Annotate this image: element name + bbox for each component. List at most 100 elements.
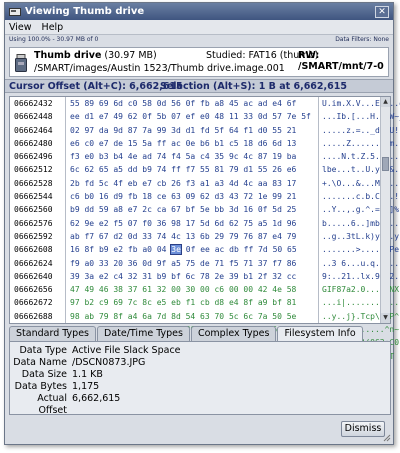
window-title: Viewing Thumb drive [25,6,145,17]
tab-filesystem-info[interactable]: Filesystem Info [277,326,363,341]
ascii-row[interactable]: b.....6..]mbu... [320,217,399,230]
detail-row: Data Name/DSCN0873.JPG [10,357,390,369]
tab-standard-types[interactable]: Standard Types [9,326,97,341]
hex-bytes-row[interactable]: 02 97 da 9d 87 7a 99 3d d1 fd 5f 64 f1 d… [67,124,318,137]
hex-viewer[interactable]: 06662432 06662448 06662464 06662480 06662496… [9,96,400,361]
source-name: Thumb drive [34,50,102,61]
selection-offset[interactable]: Selection (Alt+S): 1 B at 6,662,615 [160,81,347,92]
detail-key: Data Type [19,345,67,356]
hex-address: 06662688 [14,311,53,321]
hex-address: 06662464 [14,125,53,135]
ascii-row[interactable]: ..3 6...u.q.q7.. [320,257,399,270]
hex-bytes-row[interactable]: 62 9e e2 f5 07 f0 36 98 17 5d 6d 62 75 a… [67,217,318,230]
detail-value: Active File Slack Space [72,345,181,356]
hex-address: 06662640 [14,271,53,281]
hex-bytes-row[interactable]: f3 e0 b3 b4 4e ad 74 f4 5a c4 35 9c 4c 8… [67,150,318,163]
filesystem-details: Data Type Active File Slack Space Data Na… [9,341,391,416]
detail-value: 6,662,615 [72,393,121,404]
bottom-bar: Dismiss [5,416,393,444]
ascii-row[interactable]: .....z.=.._d..U! [320,124,399,137]
scroll-up-icon[interactable]: ▲ [381,97,390,107]
ascii-row[interactable]: .......>.....}Pe [320,243,399,256]
detail-key: Data Bytes [14,381,67,392]
vertical-scrollbar[interactable]: ▲ ▼ [380,97,390,323]
thumb-drive-icon [14,54,28,72]
address-column: 06662432 06662448 06662464 06662480 06662496… [10,97,66,361]
menu-help[interactable]: Help [42,22,64,33]
source-size: (30.97 MB) [104,50,157,61]
ascii-row[interactable]: ...Ib.[...H.3.W~_ [320,110,400,123]
hex-bytes-row[interactable]: 47 49 46 38 37 61 32 00 30 00 c6 00 00 4… [67,283,318,296]
ascii-row[interactable]: ..g..3tL.k)yv..y [320,230,399,243]
detail-key: Data Name [13,357,67,368]
viewer-window: Viewing Thumb drive ✕ View Help Using 10… [4,2,400,445]
detail-value: 1.1 KB [72,369,103,380]
ascii-row[interactable]: .......c.b.Cr..! [320,190,399,203]
detail-row: Actual Offset 6,662,615 [10,393,390,416]
hex-bytes-row[interactable]: f9 a0 33 20 36 0d 9f a5 75 de 71 f5 71 3… [67,257,318,270]
detail-value: /DSCN0873.JPG [72,357,146,368]
ascii-column[interactable]: U.im.X.V...E....o ...Ib.[...H.3.W~_ .....z… [320,97,400,361]
detail-row: Data Size 1.1 KB [10,369,390,381]
scroll-down-icon[interactable]: ▼ [381,313,390,323]
tab-complex-types[interactable]: Complex Types [190,326,277,341]
hex-address: 06662608 [14,245,53,255]
menu-view[interactable]: View [9,22,32,33]
status-line: Using 100.0% - 30.97 MB of 0 Data Filter… [5,35,393,45]
ascii-row[interactable]: GIF87a2.0....BNX [320,283,399,296]
close-icon[interactable]: ✕ [375,5,389,18]
type-tabs: Standard Types Date/Time Types Complex T… [9,326,364,341]
data-filters-status: Data Filters: None [335,36,389,43]
title-bar[interactable]: Viewing Thumb drive ✕ [5,3,393,20]
detail-key: Actual Offset [37,393,67,416]
source-info: Thumb drive (30.97 MB) /SMART/images/Aus… [9,47,389,77]
menu-bar: View Help [5,20,393,35]
hex-column[interactable]: 55 89 69 6d c0 58 0d 56 0f fb a8 45 ac a… [67,97,319,361]
hex-bytes-row[interactable]: 97 b2 c9 69 7c 8c e5 eb f1 cb d8 e4 8f a… [67,296,318,309]
resize-grip-icon[interactable] [383,434,391,442]
drive-icon [9,6,21,17]
hex-bytes-row[interactable]: c6 b0 16 d9 fb 18 ce 63 09 62 d3 43 72 1… [67,190,318,203]
dismiss-button[interactable]: Dismiss [341,421,385,437]
ascii-row[interactable]: lbe...t..U.y.U&. [320,163,399,176]
selected-byte[interactable]: 3e [170,244,182,256]
ascii-row[interactable]: ....N.t.Z.5.L... [320,150,399,163]
hex-bytes-row[interactable]: 6c 62 65 a5 dd b9 74 ff f7 55 81 79 d1 5… [67,163,318,176]
hex-bytes-row[interactable]: 98 ab 79 8f a4 6a 7d 8d 54 63 70 5c 6c 7… [67,310,318,323]
hex-address: 06662672 [14,298,53,308]
hex-address: 06662512 [14,165,53,175]
hex-bytes-row[interactable]: 16 8f b9 e2 fb a0 04 3e 0f ee ac db ff 7… [67,243,318,256]
source-path: /SMART/images/Austin 1523/Thumb drive.im… [34,63,285,74]
hex-address: 06662496 [14,152,53,162]
hex-bytes-row[interactable]: e6 c0 e7 de 15 5a ff ac 0e b6 b1 c5 18 d… [67,137,318,150]
hex-bytes-row[interactable]: ee d1 e7 49 62 0f 5b 07 ef e0 48 11 33 0… [67,110,318,123]
hex-bytes-row[interactable]: 55 89 69 6d c0 58 0d 56 0f fb a8 45 ac a… [67,97,318,110]
ascii-row[interactable]: 9:..21..lx.9./2. [320,270,399,283]
detail-value: 1,175 [72,381,100,392]
offset-bar: Cursor Offset (Alt+C): 6,662,615 Selecti… [5,79,393,93]
hex-bytes-row[interactable]: ab f7 67 d2 0d 33 74 4c 13 6b 29 79 76 8… [67,230,318,243]
scroll-thumb[interactable] [382,157,389,171]
hex-bytes-row[interactable]: 2b fd 5c 4f eb e7 cb 26 f3 a1 a3 4d 4c a… [67,177,318,190]
ascii-row[interactable]: U.im.X.V...E....o [320,97,400,110]
ascii-row[interactable]: .....Z........m. [320,137,399,150]
source-name-line: Thumb drive (30.97 MB) [34,50,157,61]
usage-status: Using 100.0% - 30.97 MB of 0 [9,36,99,43]
hex-address: 06662528 [14,178,53,188]
hex-bytes-row[interactable]: 39 3a e2 c4 32 31 b9 bf 6c 78 2e 39 b1 2… [67,270,318,283]
hex-bytes-row[interactable]: b9 dd 59 a8 e7 2c ca 67 bf 5e bb 3d 16 0… [67,203,318,216]
ascii-row[interactable]: ...i|........... [320,296,399,309]
ascii-row[interactable]: ..Y..,.g.^.=..]% [320,203,399,216]
hex-address: 06662480 [14,138,53,148]
cursor-offset[interactable]: Cursor Offset (Alt+C): 6,662,615 [9,81,183,92]
tab-datetime-types[interactable]: Date/Time Types [97,326,190,341]
ascii-row[interactable]: +.\O...&...ML.... [320,177,400,190]
hex-address: 06662592 [14,231,53,241]
ascii-row[interactable]: ..y..j}.Tcp\lzP^ [320,310,399,323]
detail-row: Data Type Active File Slack Space [10,345,390,357]
detail-row: Data Bytes 1,175 [10,381,390,393]
hex-address: 06662544 [14,192,53,202]
hex-address: 06662432 [14,99,53,108]
hex-address: 06662576 [14,218,53,228]
hex-address: 06662560 [14,205,53,215]
